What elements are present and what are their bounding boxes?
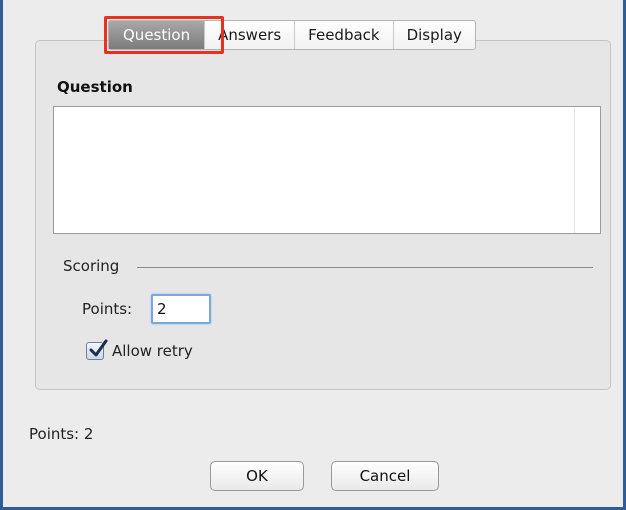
text-area-scrollbar[interactable]: [574, 107, 575, 233]
tab-question[interactable]: Question: [109, 21, 205, 49]
ok-button[interactable]: OK: [210, 461, 304, 491]
points-summary: Points: 2: [29, 425, 94, 443]
tab-feedback[interactable]: Feedback: [294, 21, 392, 49]
points-label: Points:: [82, 300, 133, 318]
points-input[interactable]: [151, 294, 211, 324]
question-text-area[interactable]: [53, 106, 601, 234]
allow-retry-option[interactable]: Allow retry: [86, 339, 193, 360]
question-heading: Question: [57, 78, 133, 96]
tab-display[interactable]: Display: [392, 21, 475, 49]
checkmark-icon: [89, 339, 108, 357]
question-dialog: Question Answers Feedback Display Questi…: [0, 0, 626, 510]
allow-retry-label: Allow retry: [112, 342, 193, 360]
cancel-button[interactable]: Cancel: [331, 461, 439, 491]
scoring-divider: [137, 267, 593, 268]
tab-answers[interactable]: Answers: [204, 21, 294, 49]
allow-retry-checkbox[interactable]: [86, 339, 108, 360]
tab-bar: Question Answers Feedback Display: [108, 20, 476, 50]
scoring-legend: Scoring: [63, 257, 120, 275]
